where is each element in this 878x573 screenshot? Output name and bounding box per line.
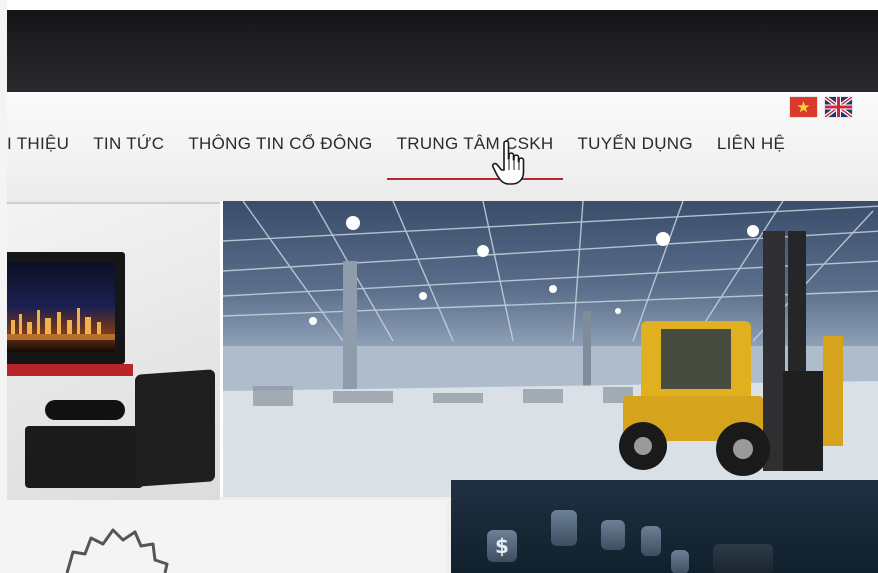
- speaker-image: [135, 369, 215, 487]
- warehouse-forklift-image: [223, 201, 878, 497]
- tv-screen: [7, 262, 115, 352]
- photo-frame: I THIỆU TIN TỨC THÔNG TIN CỔ ĐÔNG TRUNG …: [0, 0, 878, 573]
- nav-item-lien-he[interactable]: LIÊN HỆ: [717, 134, 785, 154]
- tv-stand: [7, 364, 133, 376]
- digital-services-banner[interactable]: $: [451, 480, 878, 573]
- monitor-top-edge: [7, 10, 878, 94]
- star-icon: [797, 101, 810, 113]
- warehouse-banner[interactable]: [220, 201, 878, 497]
- nav-item-tin-tuc[interactable]: TIN TỨC: [93, 134, 164, 154]
- uk-flag-icon[interactable]: [825, 97, 852, 117]
- dollar-sign: $: [495, 534, 509, 558]
- product-banner-electronics[interactable]: [7, 204, 220, 502]
- main-navigation: I THIỆU TIN TỨC THÔNG TIN CỔ ĐÔNG TRUNG …: [7, 134, 785, 180]
- app-icon: [551, 510, 577, 546]
- site-header: I THIỆU TIN TỨC THÔNG TIN CỔ ĐÔNG TRUNG …: [7, 92, 878, 204]
- nav-item-gioi-thieu[interactable]: I THIỆU: [7, 134, 69, 154]
- app-icon: [601, 520, 625, 550]
- amplifier-image: [45, 400, 125, 420]
- city-night-image: [7, 308, 115, 340]
- app-icon: [713, 544, 773, 573]
- gear-banner[interactable]: [7, 500, 447, 573]
- monitor-left-edge: [0, 0, 7, 573]
- hand-pointer-cursor-icon: [491, 140, 525, 185]
- dollar-app-icon: $: [487, 530, 517, 562]
- app-icon: [671, 550, 689, 573]
- gear-icon: [65, 528, 169, 573]
- nav-item-tuyen-dung[interactable]: TUYỂN DỤNG: [577, 134, 692, 154]
- language-switcher: [790, 97, 852, 117]
- page-content: $: [7, 201, 878, 573]
- union-jack-icon: [825, 97, 852, 117]
- vietnam-flag-icon[interactable]: [790, 97, 817, 117]
- television-image: [7, 252, 125, 364]
- monitor-bezel: [0, 0, 878, 10]
- nav-item-thong-tin-co-dong[interactable]: THÔNG TIN CỔ ĐÔNG: [188, 134, 372, 154]
- speaker-image: [25, 426, 143, 488]
- app-icon: [641, 526, 661, 556]
